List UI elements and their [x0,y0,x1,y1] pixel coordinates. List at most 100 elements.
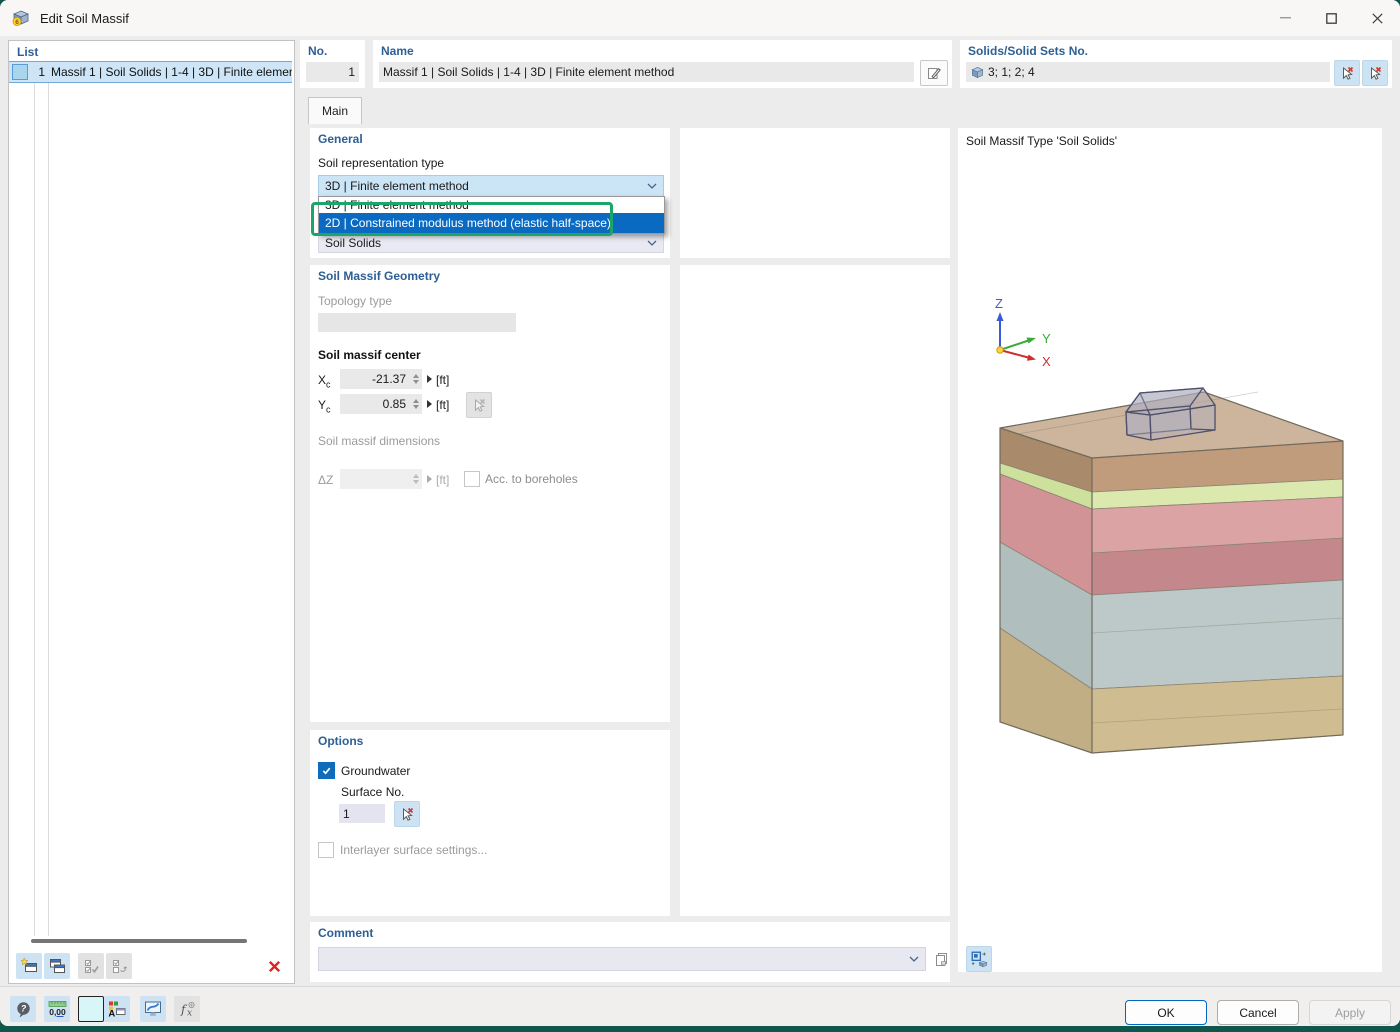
monitor-icon [143,1000,163,1018]
minimize-button[interactable] [1262,0,1308,36]
yc-field[interactable]: 0.85 [340,394,422,414]
cancel-button[interactable]: Cancel [1217,1000,1299,1025]
solids-field[interactable]: 3; 1; 2; 4 [966,62,1330,82]
no-panel: No. 1 [300,40,365,88]
no-field: 1 [306,62,359,82]
soil-layer-front-blue [1092,580,1343,689]
copy-comment-button[interactable] [930,948,952,970]
delete-massif-button[interactable] [261,953,287,979]
soil-block [1000,392,1343,753]
tab-main-label: Main [322,104,348,118]
toggle-preview-button[interactable] [966,946,992,972]
no-label: No. [308,44,327,58]
name-panel: Name Massif 1 | Soil Solids | 1-4 | 3D |… [373,40,952,88]
dz-label: ΔZ [318,473,333,487]
xc-spinner[interactable] [410,369,422,389]
yc-spinner[interactable] [410,394,422,414]
invert-selection-button [106,953,132,979]
horizontal-scrollbar[interactable] [31,939,247,943]
rendering-mode-button[interactable] [140,996,166,1022]
list-header: List [17,45,38,59]
general-header: General [318,132,363,146]
list-item-number: 1 [28,65,45,79]
solids-panel: Solids/Solid Sets No. 3; 1; 2; 4 [960,40,1392,88]
chevron-down-icon [647,183,657,189]
dropdown-option-3d[interactable]: 3D | Finite element method [319,197,664,213]
soil-representation-combobox[interactable]: 3D | Finite element method [318,175,664,197]
tab-main[interactable]: Main [308,97,362,124]
soil-block-3d-view [958,128,1382,972]
close-button[interactable] [1354,0,1400,36]
units-settings-button[interactable]: 0,00 [44,996,70,1022]
select-solids-button[interactable] [1334,60,1360,86]
delete-x-icon [267,959,282,974]
maximize-button[interactable] [1308,0,1354,36]
check-icon [321,765,332,776]
swap-view-icon [970,950,988,968]
list-column-divider [34,61,35,936]
name-field[interactable]: Massif 1 | Soil Solids | 1-4 | 3D | Fini… [379,62,914,82]
select-solid-sets-button[interactable] [1362,60,1388,86]
background-color-button[interactable] [78,996,104,1022]
xc-flyout-arrow[interactable] [427,375,432,383]
edit-soil-massif-dialog: 6 Edit Soil Massif List 1 Massif 1 | Soi… [0,0,1400,1026]
options-panel: Options Groundwater Surface No. 1 Interl… [310,730,670,916]
pick-cursor-icon [471,397,487,413]
fx-icon: fx [177,1000,197,1018]
solid-cube-icon [971,66,984,79]
yc-label: Yc [318,398,331,414]
svg-text:0,00: 0,00 [49,1007,66,1017]
xc-unit: [ft] [436,373,449,387]
footer-bar: ? 0,00 A fx OK Cancel Apply [0,986,1400,1026]
pick-cursor-icon [1367,65,1383,81]
copy-windows-icon [48,957,67,976]
comment-combobox[interactable] [318,947,926,971]
dz-field [340,469,422,489]
units-ruler-icon: 0,00 [47,1000,68,1019]
copy-massif-button[interactable] [44,953,70,979]
dz-unit: [ft] [436,473,449,487]
massif-color-swatch [12,64,28,80]
geometry-header: Soil Massif Geometry [318,269,440,283]
chevron-down-icon [647,240,657,246]
chevron-down-icon [909,956,919,962]
help-button[interactable]: ? [10,996,36,1022]
apply-button: Apply [1309,1000,1391,1025]
acc-to-boreholes-checkbox[interactable] [464,471,480,487]
acc-to-boreholes-label: Acc. to boreholes [485,472,578,486]
edit-name-button[interactable] [920,60,948,86]
soil-representation-dropdown: 3D | Finite element method 2D | Constrai… [318,196,665,234]
geometry-panel: Soil Massif Geometry Topology type Soil … [310,265,670,722]
checkboxes-toggle-icon [110,957,129,976]
options-header: Options [318,734,363,748]
pick-surface-button[interactable] [394,801,420,827]
pick-cursor-icon [399,806,415,822]
soil-massif-dimensions-label: Soil massif dimensions [318,434,440,448]
ok-button[interactable]: OK [1125,1000,1207,1025]
copy-pages-icon [933,951,950,968]
new-massif-button[interactable] [16,953,42,979]
soil-layer-front-bottom [1092,676,1343,753]
display-properties-button[interactable]: A [104,996,130,1022]
dropdown-option-2d[interactable]: 2D | Constrained modulus method (elastic… [319,213,664,233]
soil-solids-combobox[interactable]: Soil Solids [318,232,664,253]
yc-flyout-arrow[interactable] [427,400,432,408]
help-icon: ? [14,1000,33,1019]
xc-label: Xc [318,373,331,389]
list-item-massif-1[interactable]: 1 Massif 1 | Soil Solids | 1-4 | 3D | Fi… [9,61,292,83]
groundwater-checkbox[interactable] [318,762,335,779]
soil-massif-center-label: Soil massif center [318,348,421,362]
select-all-button [78,953,104,979]
list-panel: List 1 Massif 1 | Soil Solids | 1-4 | 3D… [8,40,295,984]
dz-spinner [410,469,422,489]
solids-label: Solids/Solid Sets No. [968,44,1088,58]
xc-field[interactable]: -21.37 [340,369,422,389]
soil-massif-icon: 6 [12,9,30,27]
comment-header: Comment [318,926,373,940]
svg-text:A: A [108,1009,115,1019]
formula-button: fx [174,996,200,1022]
surface-no-field[interactable]: 1 [339,804,385,823]
list-item-label: Massif 1 | Soil Solids | 1-4 | 3D | Fini… [51,65,292,79]
groundwater-label: Groundwater [341,764,410,778]
pick-cursor-icon [1339,65,1355,81]
